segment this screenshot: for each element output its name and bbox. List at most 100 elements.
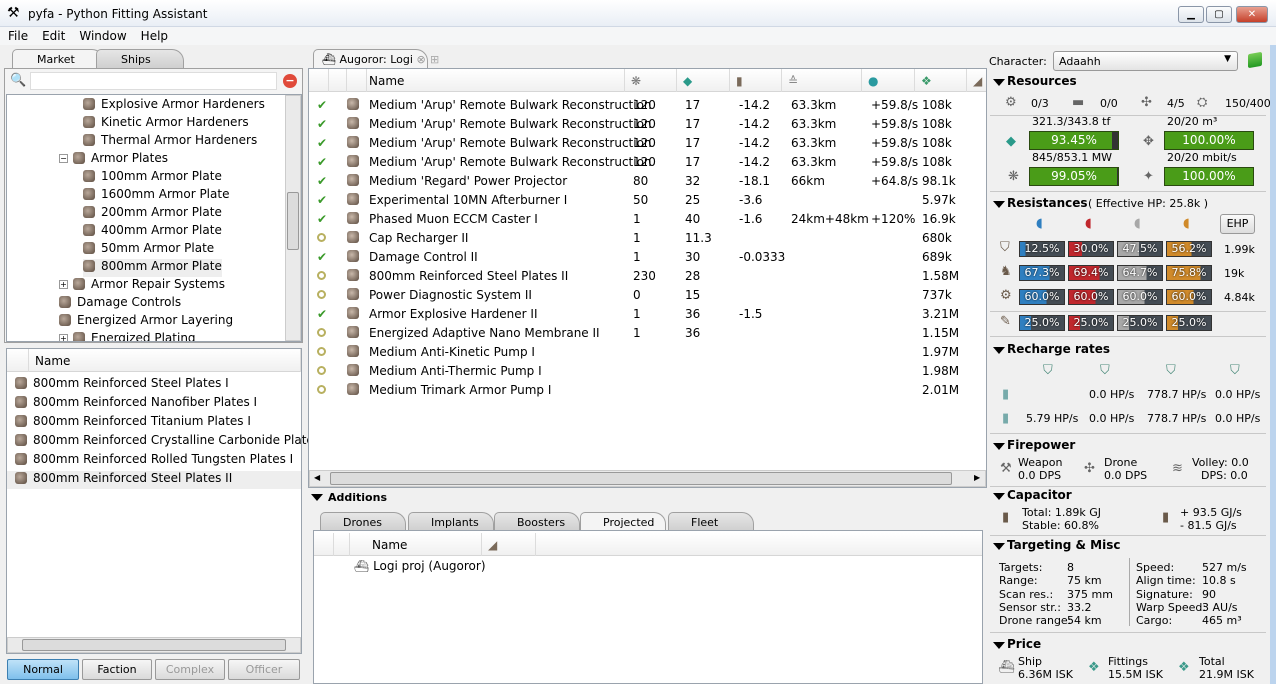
character-editor-icon[interactable] bbox=[1248, 51, 1262, 69]
module-row[interactable]: Medium Trimark Armor Pump I 2.01M bbox=[309, 380, 985, 399]
scroll-thumb[interactable] bbox=[287, 192, 299, 250]
module-row[interactable]: Energized Adaptive Nano Membrane II 1 36 1.… bbox=[309, 323, 985, 342]
collapse-firepower-icon[interactable] bbox=[993, 443, 1005, 450]
new-tab-icon[interactable]: ⊞ bbox=[430, 53, 439, 66]
tree-item[interactable]: Damage Controls bbox=[59, 295, 181, 313]
list-item[interactable]: 800mm Reinforced Crystalline Carbonide P… bbox=[7, 433, 327, 451]
collapse-capacitor-icon[interactable] bbox=[993, 493, 1005, 500]
menu-window[interactable]: Window bbox=[71, 27, 132, 43]
module-row[interactable]: Medium Anti-Kinetic Pump I 1.97M bbox=[309, 342, 985, 361]
state-active-icon[interactable]: ✔ bbox=[317, 212, 327, 226]
state-active-icon[interactable]: ✔ bbox=[317, 136, 327, 150]
state-offline-icon[interactable] bbox=[317, 385, 326, 394]
module-row[interactable]: 800mm Reinforced Steel Plates II 230 28 1.5… bbox=[309, 266, 985, 285]
meta-complex-button[interactable]: Complex bbox=[155, 659, 225, 680]
range-icon[interactable]: ≙ bbox=[782, 69, 862, 92]
tree-item[interactable]: 800mm Armor Plate bbox=[83, 259, 222, 277]
tab-ships[interactable]: Ships bbox=[96, 49, 184, 68]
tree-item[interactable]: Energized Armor Layering bbox=[59, 313, 233, 331]
expander-icon[interactable]: − bbox=[59, 154, 68, 163]
tab-boosters[interactable]: Boosters bbox=[494, 512, 580, 531]
collapse-resources-icon[interactable] bbox=[993, 79, 1005, 86]
scroll-thumb[interactable] bbox=[330, 472, 952, 485]
character-select[interactable]: Adaahh ▼ bbox=[1053, 51, 1238, 71]
list-item[interactable]: 800mm Reinforced Steel Plates I bbox=[7, 376, 301, 394]
projected-row[interactable]: ⛴ Logi proj (Augoror) bbox=[354, 559, 486, 573]
tree-item[interactable]: Explosive Armor Hardeners bbox=[83, 97, 265, 115]
collapse-resistances-icon[interactable] bbox=[993, 201, 1005, 208]
tree-item[interactable]: − Armor Plates bbox=[59, 151, 168, 169]
state-offline-icon[interactable] bbox=[317, 366, 326, 375]
state-offline-icon[interactable] bbox=[317, 271, 326, 280]
expander-icon[interactable]: + bbox=[59, 334, 68, 341]
module-row[interactable]: ✔ Medium 'Arup' Remote Bulwark Reconstruc… bbox=[309, 152, 985, 171]
menu-edit[interactable]: Edit bbox=[34, 27, 71, 43]
state-active-icon[interactable]: ✔ bbox=[317, 250, 327, 264]
market-search-input[interactable] bbox=[30, 72, 277, 90]
module-row[interactable]: Power Diagnostic System II 0 15 737k bbox=[309, 285, 985, 304]
list-item[interactable]: 800mm Reinforced Rolled Tungsten Plates … bbox=[7, 452, 301, 470]
misc-icon[interactable]: ◢ bbox=[967, 69, 986, 92]
state-active-icon[interactable]: ✔ bbox=[317, 307, 327, 321]
tree-item[interactable]: + Energized Plating bbox=[59, 331, 196, 341]
tree-scrollbar[interactable] bbox=[285, 95, 301, 341]
collapse-recharge-rates-icon[interactable] bbox=[993, 347, 1005, 354]
state-active-icon[interactable]: ✔ bbox=[317, 174, 327, 188]
collapse-price-icon[interactable] bbox=[993, 642, 1005, 649]
meta-faction-button[interactable]: Faction bbox=[82, 659, 152, 680]
collapse-additions-icon[interactable] bbox=[311, 494, 323, 501]
tree-item[interactable]: 400mm Armor Plate bbox=[83, 223, 222, 241]
header-name[interactable]: Name bbox=[361, 69, 625, 92]
list-item[interactable]: 800mm Reinforced Titanium Plates I bbox=[7, 414, 301, 432]
module-row[interactable]: Cap Recharger II 1 11.3 680k bbox=[309, 228, 985, 247]
powergrid-icon[interactable]: ◆ bbox=[677, 69, 730, 92]
expander-icon[interactable]: + bbox=[59, 280, 68, 289]
scroll-right-icon[interactable]: ▶ bbox=[974, 473, 980, 482]
close-tab-icon[interactable]: ⊗ bbox=[416, 53, 425, 66]
tab-drones[interactable]: Drones bbox=[320, 512, 406, 531]
list-item[interactable]: 800mm Reinforced Steel Plates II bbox=[7, 471, 301, 489]
menu-file[interactable]: File bbox=[0, 27, 34, 43]
module-row[interactable]: ✔ Phased Muon ECCM Caster I 1 40 -1.6 24km+48… bbox=[309, 209, 985, 228]
module-row[interactable]: ✔ Experimental 10MN Afterburner I 50 25 -3.6… bbox=[309, 190, 985, 209]
meta-officer-button[interactable]: Officer bbox=[228, 659, 300, 680]
list-hscrollbar[interactable] bbox=[7, 637, 301, 653]
close-button[interactable]: ✕ bbox=[1236, 6, 1268, 23]
module-row[interactable]: ✔ Armor Explosive Hardener II 1 36 -1.5 3.21M bbox=[309, 304, 985, 323]
header-name[interactable]: Name bbox=[29, 349, 301, 372]
tree-item[interactable]: 1600mm Armor Plate bbox=[83, 187, 229, 205]
list-item[interactable]: 800mm Reinforced Nanofiber Plates I bbox=[7, 395, 301, 413]
tab-fit[interactable]: ⛴ Augoror: Logi ⊗ bbox=[313, 49, 428, 68]
header-name[interactable]: Name bbox=[350, 533, 482, 556]
tab-projected[interactable]: Projected bbox=[580, 512, 666, 531]
ehp-button[interactable]: EHP bbox=[1220, 214, 1255, 234]
scroll-thumb[interactable] bbox=[22, 639, 286, 651]
price-icon[interactable]: ❖ bbox=[915, 69, 967, 92]
tab-fleet[interactable]: Fleet bbox=[668, 512, 754, 531]
state-offline-icon[interactable] bbox=[317, 328, 326, 337]
module-row[interactable]: ✔ Medium 'Arup' Remote Bulwark Reconstruc… bbox=[309, 95, 985, 114]
tab-implants[interactable]: Implants bbox=[408, 512, 494, 531]
ammo-icon[interactable]: ◢ bbox=[482, 533, 536, 556]
collapse-targeting-misc-icon[interactable] bbox=[993, 543, 1005, 550]
module-row[interactable]: ✔ Medium 'Arup' Remote Bulwark Reconstruc… bbox=[309, 133, 985, 152]
state-active-icon[interactable]: ✔ bbox=[317, 98, 327, 112]
minimize-button[interactable]: ▁ bbox=[1178, 6, 1204, 23]
state-offline-icon[interactable] bbox=[317, 290, 326, 299]
effect-icon[interactable]: ● bbox=[862, 69, 915, 92]
tree-item[interactable]: 50mm Armor Plate bbox=[83, 241, 214, 259]
maximize-button[interactable]: ▢ bbox=[1206, 6, 1232, 23]
clear-search-icon[interactable]: − bbox=[283, 74, 297, 88]
capacitor-icon[interactable]: ▮ bbox=[730, 69, 782, 92]
tree-item[interactable]: Kinetic Armor Hardeners bbox=[83, 115, 249, 133]
tab-market[interactable]: Market bbox=[12, 49, 104, 68]
state-offline-icon[interactable] bbox=[317, 233, 326, 242]
tree-item[interactable]: + Armor Repair Systems bbox=[59, 277, 225, 295]
fit-hscrollbar[interactable]: ◀ ▶ bbox=[309, 470, 986, 487]
state-active-icon[interactable]: ✔ bbox=[317, 193, 327, 207]
state-active-icon[interactable]: ✔ bbox=[317, 155, 327, 169]
module-row[interactable]: Medium Anti-Thermic Pump I 1.98M bbox=[309, 361, 985, 380]
tree-item[interactable]: 100mm Armor Plate bbox=[83, 169, 222, 187]
module-row[interactable]: ✔ Medium 'Arup' Remote Bulwark Reconstruc… bbox=[309, 114, 985, 133]
tree-item[interactable]: Thermal Armor Hardeners bbox=[83, 133, 257, 151]
